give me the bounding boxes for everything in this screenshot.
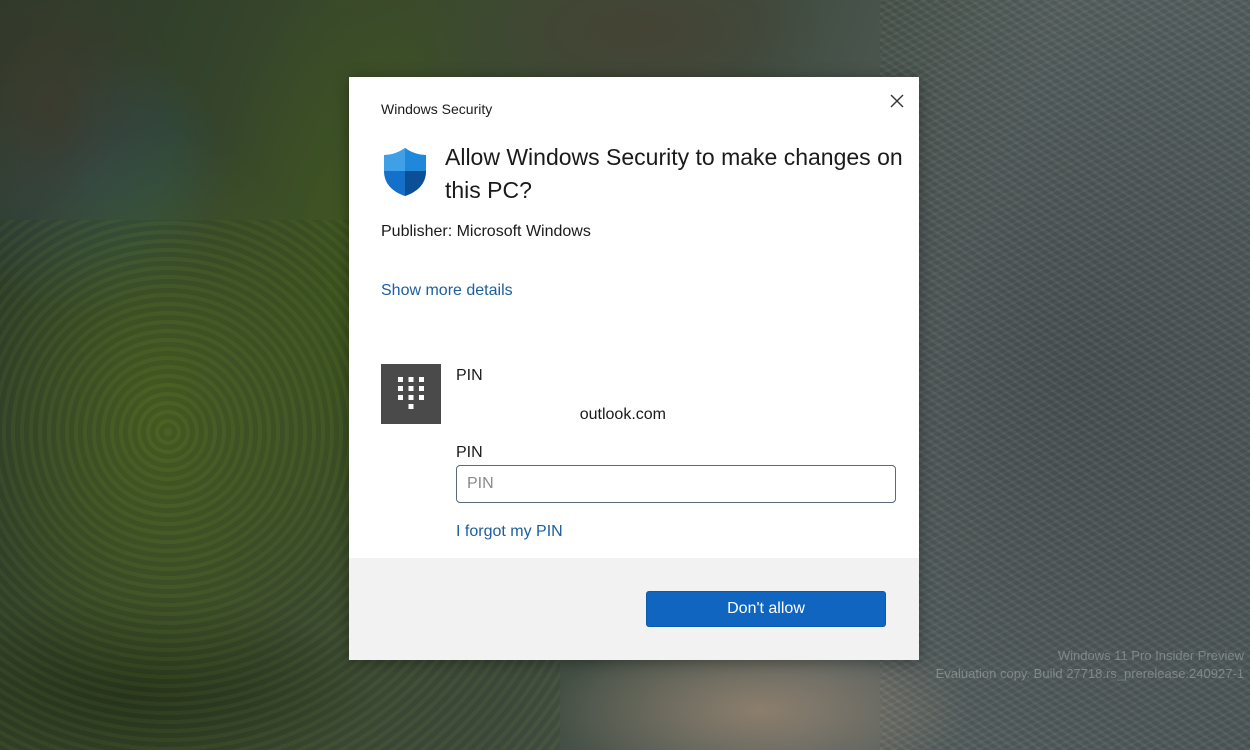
build-watermark-line2: Evaluation copy. Build 27718.rs_prerelea… xyxy=(935,666,1244,681)
publisher-text: Publisher: Microsoft Windows xyxy=(381,223,591,240)
close-icon xyxy=(890,94,904,108)
pin-input[interactable] xyxy=(456,465,896,503)
dialog-app-name: Windows Security xyxy=(381,101,493,117)
pin-field-label: PIN xyxy=(456,444,483,461)
dialog-footer: Don't allow xyxy=(349,558,919,660)
close-button[interactable] xyxy=(883,87,911,115)
dialog-title: Allow Windows Security to make changes o… xyxy=(445,144,903,203)
show-more-details-link[interactable]: Show more details xyxy=(381,282,513,300)
credential-type: PIN xyxy=(456,367,483,384)
pin-credential-tile[interactable] xyxy=(381,364,441,424)
pin-keypad-icon xyxy=(398,377,424,409)
dont-allow-button[interactable]: Don't allow xyxy=(646,591,886,627)
uac-dialog: Windows Security Allow Windows Security … xyxy=(349,77,919,660)
shield-icon xyxy=(384,148,426,196)
forgot-pin-link[interactable]: I forgot my PIN xyxy=(456,523,563,541)
wallpaper-sea xyxy=(880,0,1250,750)
account-email: outlook.com xyxy=(579,406,666,423)
build-watermark-line1: Windows 11 Pro Insider Preview xyxy=(1057,648,1244,663)
